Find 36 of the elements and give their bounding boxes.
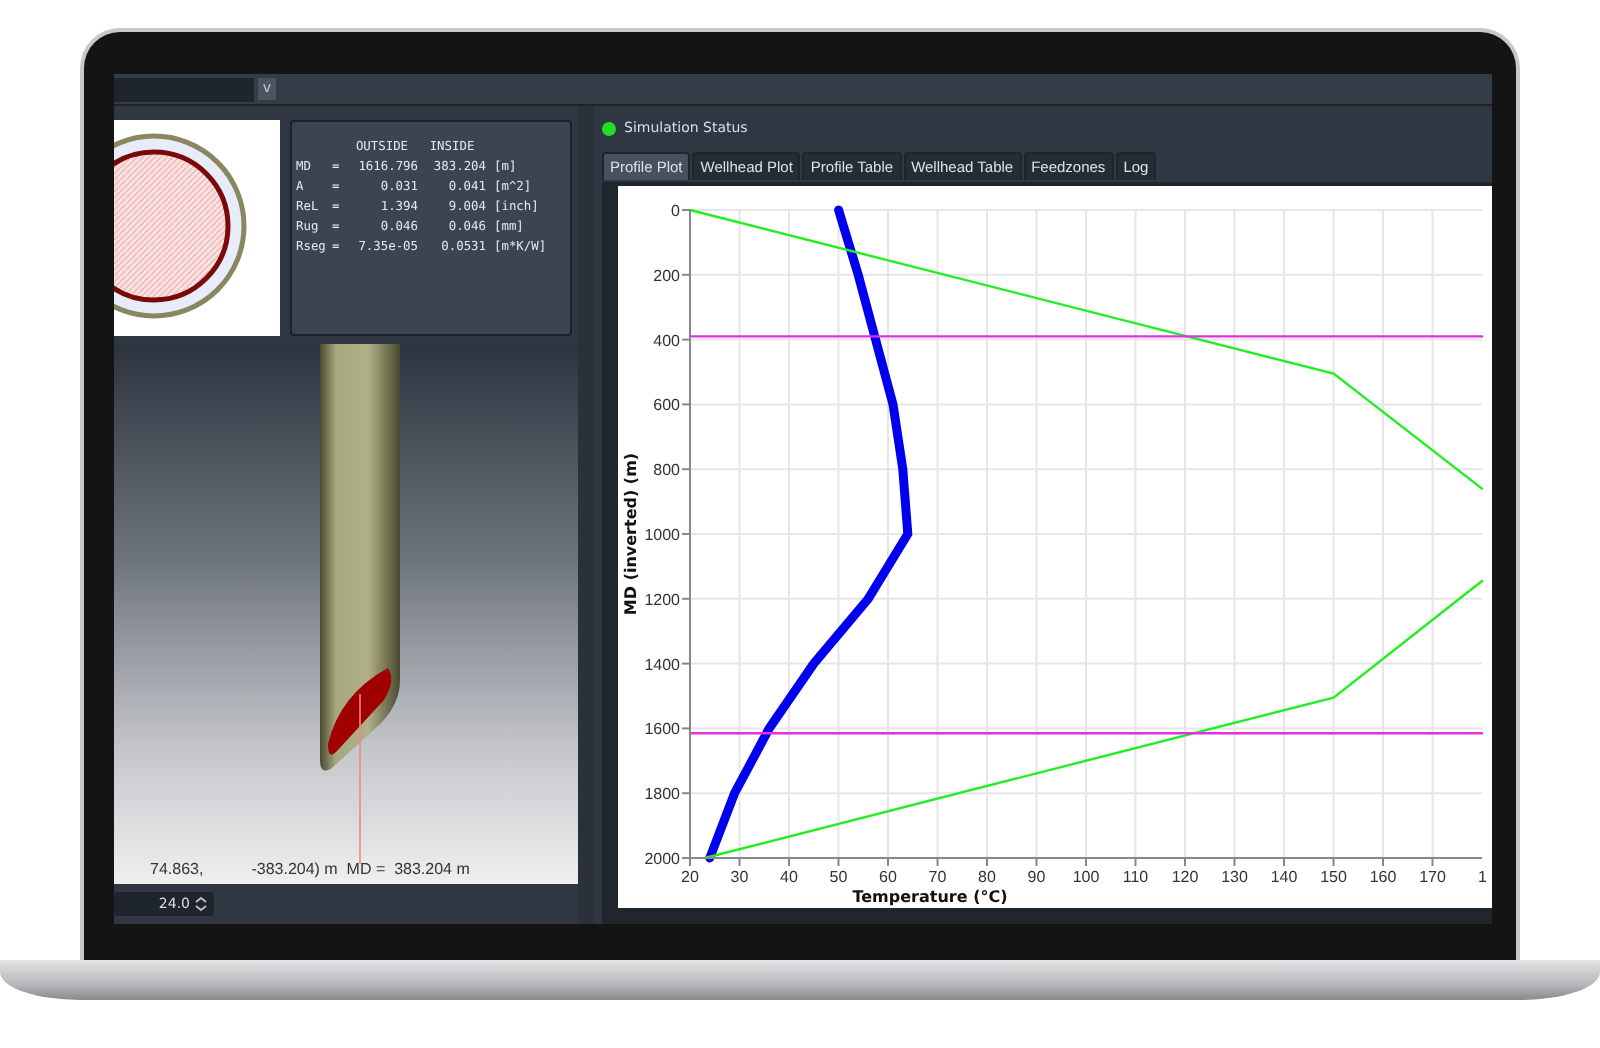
tick-label: 120 bbox=[1171, 868, 1199, 886]
tick-label: 1800 bbox=[644, 785, 680, 804]
tick-label: 70 bbox=[928, 868, 947, 886]
tick-label: 60 bbox=[879, 868, 897, 886]
tick-label: 0 bbox=[671, 202, 680, 220]
tick-label: 2000 bbox=[644, 850, 680, 868]
clipped-tick-label: 1 bbox=[1478, 868, 1487, 886]
tick-label: 600 bbox=[653, 396, 680, 415]
3d-view[interactable]: 74.863, -383.204) m MD = 383.204 m bbox=[114, 344, 579, 884]
tick-label: 1000 bbox=[644, 526, 680, 544]
tick-label: 1200 bbox=[644, 590, 680, 609]
tick-label: 200 bbox=[653, 266, 680, 285]
dropdown-field[interactable] bbox=[114, 77, 254, 101]
tick-label: 130 bbox=[1221, 868, 1248, 886]
tick-label: 30 bbox=[730, 868, 749, 886]
tick-label: 400 bbox=[653, 331, 680, 350]
tick-label: 110 bbox=[1122, 868, 1149, 886]
tick-label: 40 bbox=[780, 868, 798, 886]
tick-label: 160 bbox=[1369, 868, 1397, 886]
tick-label: 100 bbox=[1072, 868, 1100, 886]
tick-label: 1400 bbox=[644, 655, 680, 674]
up-down-icon[interactable] bbox=[194, 896, 208, 912]
tick-label: 80 bbox=[978, 868, 996, 886]
tick-label: 800 bbox=[653, 461, 680, 480]
tick-label: 1600 bbox=[644, 720, 680, 739]
splitter-handle[interactable] bbox=[578, 106, 594, 924]
coordinate-readout: 74.863, bbox=[150, 860, 204, 878]
tick-label: 170 bbox=[1419, 868, 1446, 886]
tick-label: 50 bbox=[829, 868, 848, 886]
x-axis-label: Temperature (°C) bbox=[852, 888, 1008, 906]
tick-label: 90 bbox=[1027, 868, 1046, 886]
tick-label: 150 bbox=[1320, 868, 1347, 886]
tick-label: 140 bbox=[1270, 868, 1298, 886]
y-axis-label: MD (inverted) (m) bbox=[622, 452, 640, 616]
tick-label: 20 bbox=[681, 868, 699, 886]
md-readout: -383.204) m MD = 383.204 m bbox=[251, 860, 470, 878]
